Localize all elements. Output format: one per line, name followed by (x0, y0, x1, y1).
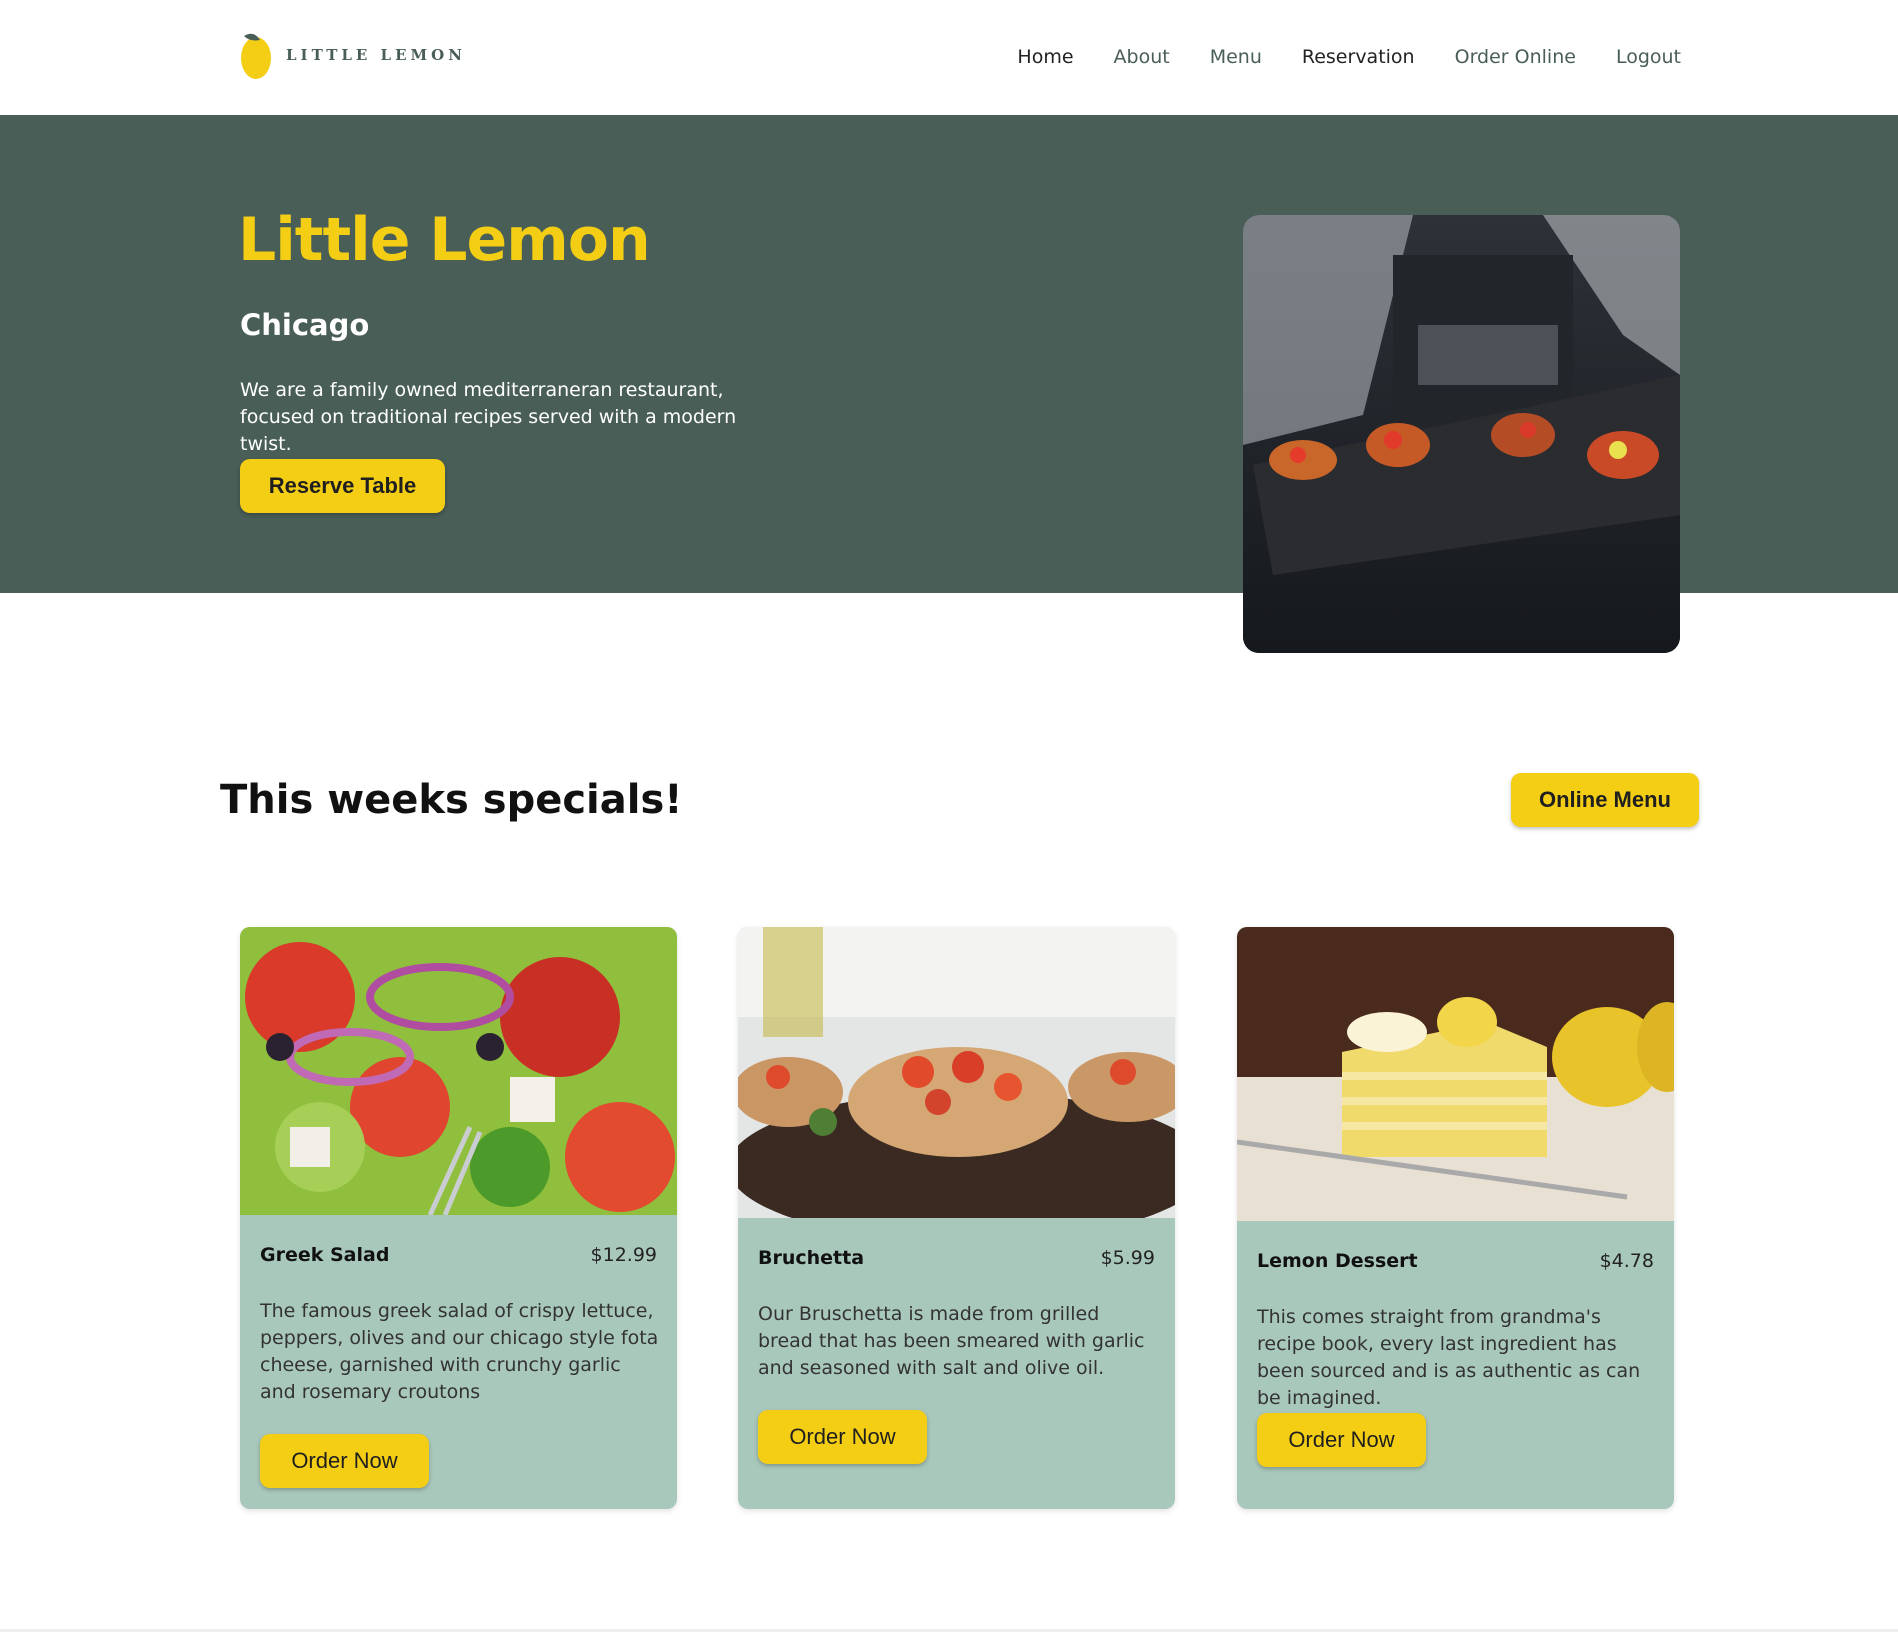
special-card-bruchetta: Bruchetta $5.99 Our Bruschetta is made f… (738, 927, 1175, 1509)
online-menu-button[interactable]: Online Menu (1511, 773, 1699, 827)
special-card-greek-salad: Greek Salad $12.99 The famous greek sala… (240, 927, 677, 1509)
bruchetta-image (738, 927, 1175, 1218)
nav-home[interactable]: Home (1017, 46, 1073, 68)
card-price: $12.99 (590, 1244, 657, 1266)
site-header: LITTLE LEMON Home About Menu Reservation… (0, 0, 1898, 115)
card-price: $4.78 (1599, 1250, 1654, 1272)
hero-title: Little Lemon (238, 205, 651, 275)
specials-title: This weeks specials! (220, 777, 683, 823)
hero-bruschetta-photo (1243, 215, 1680, 653)
card-price: $5.99 (1100, 1247, 1155, 1269)
nav-about[interactable]: About (1114, 46, 1170, 68)
logo[interactable]: LITTLE LEMON (238, 28, 466, 82)
hero-description: We are a family owned mediterraneran res… (240, 379, 737, 455)
card-name: Lemon Dessert (1257, 1250, 1418, 1272)
lemon-logo-icon (241, 33, 271, 79)
special-card-lemon-dessert: Lemon Dessert $4.78 This comes straight … (1237, 927, 1674, 1509)
hero-city: Chicago (240, 308, 370, 342)
main-nav: Home About Menu Reservation Order Online… (1017, 46, 1681, 68)
nav-order-online[interactable]: Order Online (1455, 46, 1576, 68)
nav-reservation[interactable]: Reservation (1302, 46, 1415, 68)
card-description: The famous greek salad of crispy lettuce… (260, 1300, 659, 1403)
order-now-button[interactable]: Order Now (758, 1410, 927, 1464)
order-now-button[interactable]: Order Now (260, 1434, 429, 1488)
hero-image (1243, 215, 1680, 653)
card-name: Greek Salad (260, 1244, 390, 1266)
logo-text: LITTLE LEMON (286, 46, 466, 64)
card-description: Our Bruschetta is made from grilled brea… (758, 1303, 1145, 1379)
nav-logout[interactable]: Logout (1616, 46, 1681, 68)
card-name: Bruchetta (758, 1247, 865, 1269)
greek-salad-image (240, 927, 677, 1215)
card-description: This comes straight from grandma's recip… (1257, 1306, 1641, 1409)
reserve-table-button[interactable]: Reserve Table (240, 459, 445, 513)
lemon-dessert-image (1237, 927, 1674, 1221)
nav-menu[interactable]: Menu (1210, 46, 1262, 68)
order-now-button[interactable]: Order Now (1257, 1413, 1426, 1467)
